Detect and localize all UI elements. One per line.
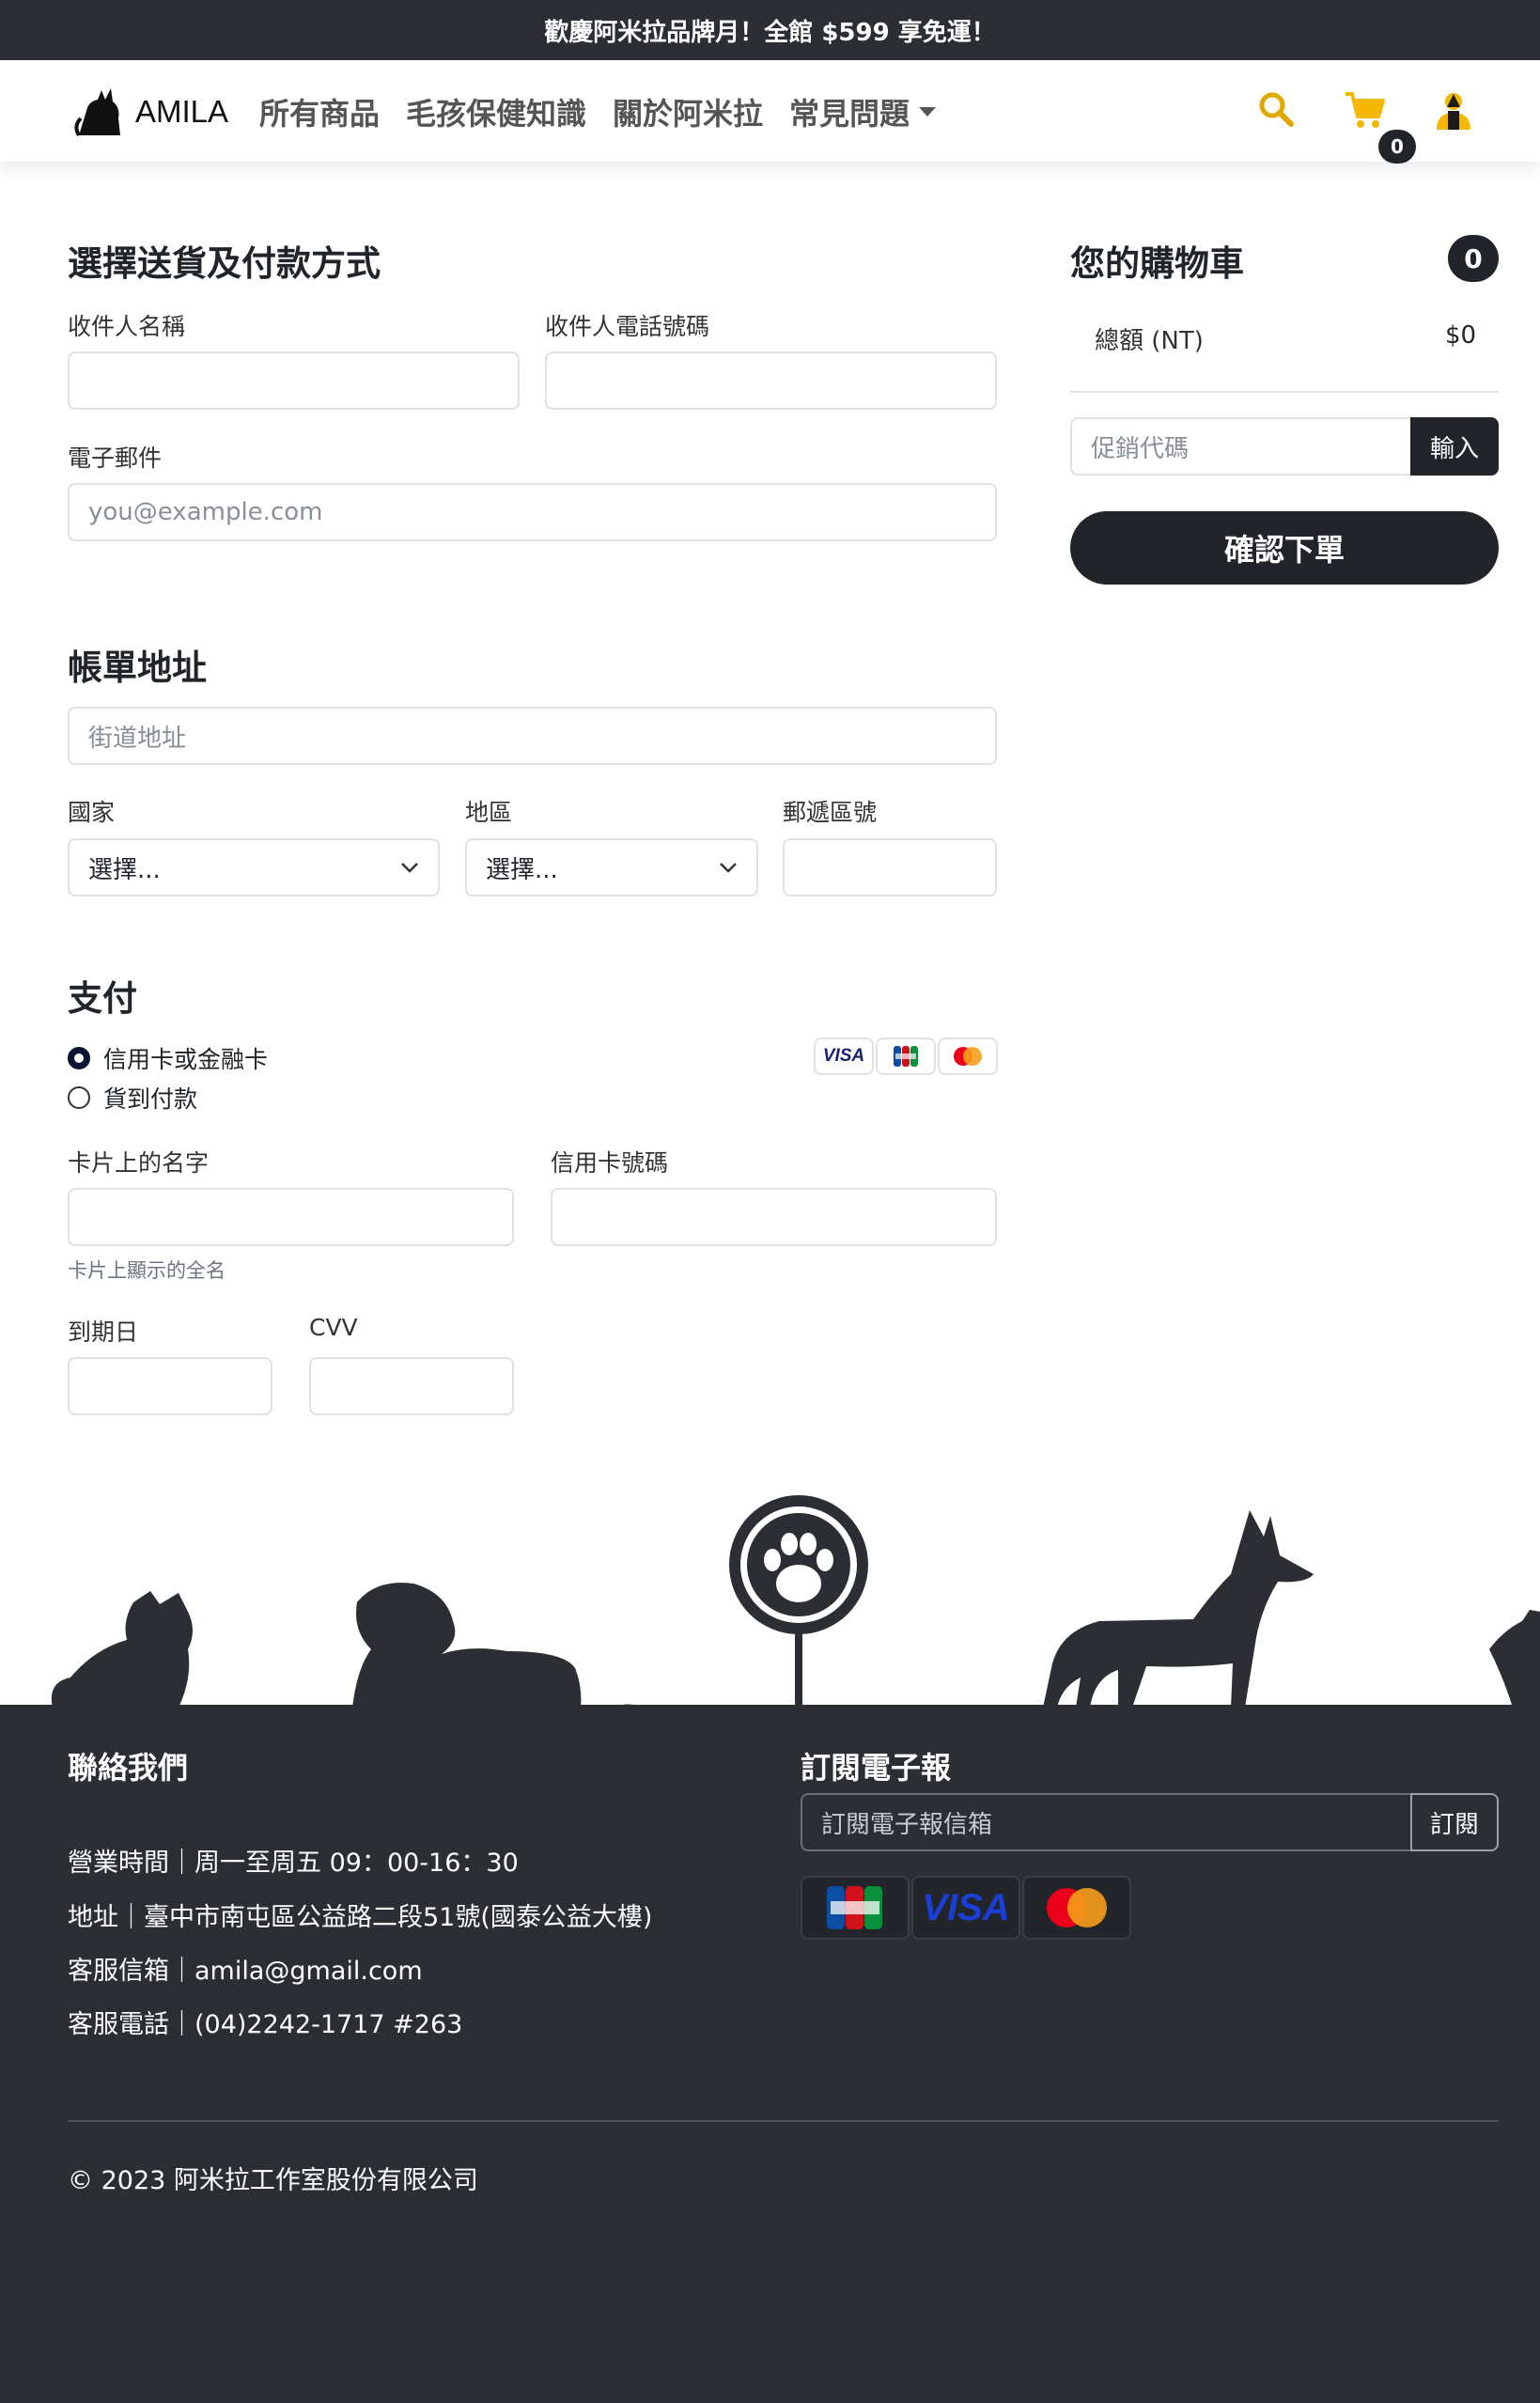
visa-logo-icon: VISA bbox=[911, 1876, 1020, 1940]
radio-checked-icon[interactable] bbox=[68, 1047, 90, 1069]
shipping-title: 選擇送貨及付款方式 bbox=[68, 243, 381, 284]
postal-code-input[interactable] bbox=[783, 838, 997, 897]
nav-item-pet-health[interactable]: 毛孩保健知識 bbox=[406, 90, 586, 133]
total-label: 總額 (NT) bbox=[1095, 327, 1204, 355]
promo-code-group: 促銷代碼 輸入 bbox=[1070, 417, 1499, 476]
recipient-name-input[interactable] bbox=[68, 351, 520, 410]
recipient-phone-input[interactable] bbox=[545, 351, 997, 410]
country-label: 國家 bbox=[68, 799, 116, 826]
street-address-input[interactable]: 街道地址 bbox=[68, 707, 997, 765]
service-phone[interactable]: 客服電話｜(04)2242-1717 #263 bbox=[68, 2004, 462, 2040]
street-placeholder: 街道地址 bbox=[88, 724, 187, 753]
total-value: $0 bbox=[1445, 321, 1477, 350]
promo-apply-button[interactable]: 輸入 bbox=[1410, 417, 1499, 476]
newsletter-email-input[interactable]: 訂閱電子報信箱 bbox=[801, 1793, 1410, 1851]
region-value: 選擇... bbox=[486, 855, 558, 884]
radio-unchecked-icon[interactable] bbox=[68, 1086, 90, 1109]
visa-logo-icon: VISA bbox=[814, 1038, 874, 1075]
footer-card-logos: VISA bbox=[801, 1876, 1131, 1940]
region-label: 地區 bbox=[465, 799, 513, 826]
mastercard-circles-icon bbox=[954, 1047, 982, 1066]
nav-item-faq-dropdown[interactable]: 常見問題 bbox=[789, 90, 937, 133]
user-icon[interactable] bbox=[1435, 90, 1472, 130]
newsletter-group: 訂閱電子報信箱 訂閱 bbox=[801, 1793, 1499, 1851]
jcb-mark-icon bbox=[827, 1886, 882, 1929]
pets-silhouette-illustration bbox=[51, 1495, 1540, 1708]
payment-title: 支付 bbox=[68, 978, 137, 1019]
card-name-label: 卡片上的名字 bbox=[68, 1149, 210, 1177]
address: 地址｜臺中市南屯區公益路二段51號(國泰公益大樓) bbox=[68, 1903, 653, 1932]
brand-name: AMILA bbox=[135, 94, 229, 129]
mastercard-logo-icon bbox=[1022, 1876, 1131, 1940]
billing-title: 帳單地址 bbox=[68, 648, 207, 688]
chevron-down-icon bbox=[720, 863, 737, 873]
newsletter-placeholder: 訂閱電子報信箱 bbox=[821, 1810, 993, 1839]
footer: 聯絡我們 營業時間｜周一至周五 09：00-16：30 地址｜臺中市南屯區公益路… bbox=[0, 1705, 1540, 2403]
confirm-order-button[interactable]: 確認下單 bbox=[1070, 511, 1499, 585]
cart-summary-count-badge: 0 bbox=[1448, 235, 1499, 282]
search-icon[interactable] bbox=[1257, 90, 1295, 128]
announcement-bar: 歡慶阿米拉品牌月！全館 $599 享免運！ bbox=[0, 0, 1540, 60]
email-placeholder: you@example.com bbox=[88, 498, 323, 526]
card-number-input[interactable] bbox=[551, 1188, 997, 1246]
region-select[interactable]: 選擇... bbox=[465, 838, 758, 897]
nav-item-products[interactable]: 所有商品 bbox=[259, 90, 380, 133]
subscribe-button[interactable]: 訂閱 bbox=[1410, 1793, 1499, 1851]
cart-count-badge: 0 bbox=[1378, 130, 1416, 164]
promo-code-input[interactable]: 促銷代碼 bbox=[1070, 417, 1410, 476]
payment-logos: VISA bbox=[814, 1038, 998, 1075]
caret-down-icon bbox=[919, 107, 937, 117]
copyright: © 2023 阿米拉工作室股份有限公司 bbox=[68, 2166, 478, 2195]
card-name-help: 卡片上顯示的全名 bbox=[68, 1259, 226, 1282]
cart-divider bbox=[1070, 391, 1499, 393]
contact-title: 聯絡我們 bbox=[68, 1750, 189, 1786]
nav-item-faq-label: 常見問題 bbox=[789, 96, 910, 132]
payment-option-card-label: 信用卡或金融卡 bbox=[103, 1046, 269, 1073]
cart-icon[interactable] bbox=[1344, 88, 1387, 132]
recipient-name-label: 收件人名稱 bbox=[68, 313, 186, 340]
payment-option-card[interactable]: 信用卡或金融卡 bbox=[68, 1041, 268, 1075]
visa-logo-text: VISA bbox=[922, 1886, 1010, 1928]
country-select[interactable]: 選擇... bbox=[68, 838, 440, 897]
jcb-logo-icon bbox=[876, 1038, 936, 1075]
cart-title: 您的購物車 bbox=[1070, 243, 1244, 284]
chevron-down-icon bbox=[401, 863, 418, 873]
brand-logo[interactable]: AMILA bbox=[73, 86, 228, 137]
visa-logo-text: VISA bbox=[822, 1046, 865, 1066]
expiry-input[interactable] bbox=[68, 1357, 272, 1415]
cvv-label: CVV bbox=[309, 1314, 358, 1341]
expiry-label: 到期日 bbox=[68, 1319, 139, 1346]
postal-label: 郵遞區號 bbox=[783, 799, 878, 826]
jcb-logo-icon bbox=[801, 1876, 910, 1940]
mastercard-logo-icon bbox=[938, 1038, 998, 1075]
email-input[interactable]: you@example.com bbox=[68, 483, 997, 541]
country-value: 選擇... bbox=[88, 855, 161, 884]
announcement-text: 歡慶阿米拉品牌月！全館 $599 享免運！ bbox=[544, 18, 996, 47]
mastercard-circles-icon bbox=[1047, 1888, 1107, 1927]
navbar: AMILA 所有商品 毛孩保健知識 關於阿米拉 常見問題 0 bbox=[0, 60, 1540, 164]
recipient-phone-label: 收件人電話號碼 bbox=[545, 313, 710, 340]
payment-option-cod[interactable]: 貨到付款 bbox=[68, 1081, 197, 1115]
main-nav: 所有商品 毛孩保健知識 關於阿米拉 常見問題 bbox=[259, 90, 937, 133]
nav-item-about[interactable]: 關於阿米拉 bbox=[613, 90, 763, 133]
jcb-mark-icon bbox=[894, 1046, 918, 1067]
email-label: 電子郵件 bbox=[68, 445, 163, 472]
newsletter-title: 訂閱電子報 bbox=[801, 1750, 952, 1786]
business-hours: 營業時間｜周一至周五 09：00-16：30 bbox=[68, 1849, 519, 1878]
card-name-input[interactable] bbox=[68, 1188, 514, 1246]
cat-logo-icon bbox=[74, 88, 120, 137]
promo-placeholder: 促銷代碼 bbox=[1091, 434, 1190, 463]
payment-option-cod-label: 貨到付款 bbox=[103, 1085, 198, 1113]
footer-divider bbox=[68, 2120, 1499, 2122]
card-number-label: 信用卡號碼 bbox=[551, 1149, 669, 1177]
cvv-input[interactable] bbox=[309, 1357, 514, 1415]
service-email[interactable]: 客服信箱｜amila@gmail.com bbox=[68, 1950, 423, 1987]
